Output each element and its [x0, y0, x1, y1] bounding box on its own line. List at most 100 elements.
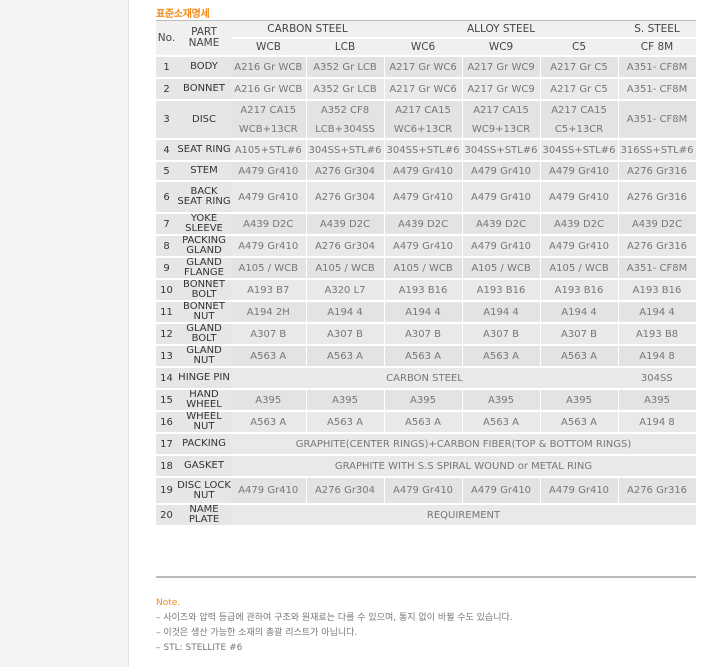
header-s-steel: S. STEEL: [618, 21, 697, 39]
material-cell-line: WCB+13CR: [238, 123, 298, 135]
material-cell-line: LCB+304SS: [315, 123, 375, 135]
material-cell: A395: [384, 389, 463, 412]
material-cell: A479 Gr410: [231, 477, 307, 505]
row-number: 15: [156, 389, 177, 412]
table-row: 9 GLAND FLANGE A105 / WCB A105 / WCB A105 / …: [156, 257, 697, 280]
material-cell: A320 L7: [306, 279, 385, 302]
part-name: DISC: [177, 100, 231, 140]
material-cell: A276 Gr316: [618, 161, 697, 182]
table-row: 6 BACK SEAT RING A479 Gr410 A276 Gr304 A479 …: [156, 181, 697, 214]
header-part-name: PART NAME: [177, 21, 231, 57]
material-cell: A479 Gr410: [540, 161, 619, 182]
row-number: 11: [156, 301, 177, 324]
material-cell: A563 A: [540, 411, 619, 434]
material-cell: A217 Gr WC6: [384, 78, 463, 101]
material-cell: A105 / WCB: [306, 257, 385, 280]
table-row: 12 GLAND BOLT A307 B A307 B A307 B A307 B A307…: [156, 323, 697, 346]
part-name: GLAND FLANGE: [177, 257, 231, 280]
material-cell-line: A217 CA15: [240, 104, 297, 116]
material-cell: A217 CA15 WCB+13CR: [231, 100, 307, 140]
material-cell: A563 A: [462, 411, 541, 434]
part-name: BODY: [177, 56, 231, 79]
material-cell: A479 Gr410: [231, 181, 307, 214]
part-name: BACK SEAT RING: [177, 181, 231, 214]
material-cell: A193 B16: [384, 279, 463, 302]
material-cell: A307 B: [306, 323, 385, 346]
part-name: PACKING: [177, 433, 231, 456]
part-name: YOKE SLEEVE: [177, 213, 231, 236]
row-number: 9: [156, 257, 177, 280]
page-title: 표준소재명세: [156, 9, 210, 20]
material-cell: A217 Gr WC9: [462, 56, 541, 79]
table-row: 20 NAME PLATE REQUIREMENT: [156, 504, 697, 527]
part-name: HINGE PIN: [177, 367, 231, 390]
material-cell: A276 Gr304: [306, 181, 385, 214]
material-cell-span: GRAPHITE(CENTER RINGS)+CARBON FIBER(TOP …: [231, 433, 697, 456]
note-line: – 사이즈와 압력 등급에 관하여 구조와 원재료는 다를 수 있으며, 통지 …: [156, 613, 513, 623]
material-cell: A194 2H: [231, 301, 307, 324]
material-cell-line: A217 CA15: [395, 104, 451, 116]
material-cell: A194 4: [462, 301, 541, 324]
table-row: 7 YOKE SLEEVE A439 D2C A439 D2C A439 D2C A439…: [156, 213, 697, 236]
material-cell: A395: [462, 389, 541, 412]
material-cell: A193 B8: [618, 323, 697, 346]
row-number: 3: [156, 100, 177, 140]
material-cell: A479 Gr410: [231, 161, 307, 182]
material-cell: 304SS+STL#6: [540, 139, 619, 162]
part-name: PACKING GLAND: [177, 235, 231, 258]
material-cell: A193 B16: [618, 279, 697, 302]
material-cell: A479 Gr410: [384, 477, 463, 505]
material-cell: A276 Gr304: [306, 161, 385, 182]
material-cell: A194 4: [618, 301, 697, 324]
table-row: 4 SEAT RING A105+STL#6 304SS+STL#6 304SS+STL…: [156, 139, 697, 162]
material-cell: A479 Gr410: [540, 235, 619, 258]
table-row: 17 PACKING GRAPHITE(CENTER RINGS)+CARBON F…: [156, 433, 697, 456]
note-line: – 이것은 생산 가능한 소재의 총괄 리스트가 아닙니다.: [156, 628, 358, 638]
material-cell: A352 Gr LCB: [306, 78, 385, 101]
material-cell: A563 A: [540, 345, 619, 368]
material-cell: A351- CF8M: [618, 78, 697, 101]
row-number: 17: [156, 433, 177, 456]
left-sidebar: [0, 0, 129, 667]
notes-heading: Note.: [156, 598, 181, 608]
material-cell: A217 CA15 WC6+13CR: [384, 100, 463, 140]
header-carbon-steel: CARBON STEEL: [231, 21, 385, 39]
spec-table-body: 1 BODY A216 Gr WCB A352 Gr LCB A217 Gr WC6 A2…: [156, 56, 697, 527]
material-cell: A563 A: [231, 345, 307, 368]
material-cell: A105+STL#6: [231, 139, 307, 162]
material-cell: A276 Gr304: [306, 477, 385, 505]
material-cell: A479 Gr410: [462, 235, 541, 258]
material-cell: A479 Gr410: [384, 235, 463, 258]
part-name: BONNET: [177, 78, 231, 101]
material-cell: A352 CF8 LCB+304SS: [306, 100, 385, 140]
material-cell: A563 A: [384, 345, 463, 368]
table-row: 15 HAND WHEEL A395 A395 A395 A395 A395 A395: [156, 389, 697, 412]
material-cell: A194 4: [540, 301, 619, 324]
material-cell: A307 B: [384, 323, 463, 346]
part-name: GLAND BOLT: [177, 323, 231, 346]
material-cell: A352 Gr LCB: [306, 56, 385, 79]
row-number: 18: [156, 455, 177, 478]
part-name: BONNET NUT: [177, 301, 231, 324]
notes: Note. – 사이즈와 압력 등급에 관하여 구조와 원재료는 다를 수 있으…: [156, 596, 513, 656]
material-cell-line: WC9+13CR: [471, 123, 531, 135]
table-row: 8 PACKING GLAND A479 Gr410 A276 Gr304 A479 G…: [156, 235, 697, 258]
material-cell: A563 A: [231, 411, 307, 434]
material-cell: A105 / WCB: [231, 257, 307, 280]
row-number: 20: [156, 504, 177, 527]
material-cell: A276 Gr316: [618, 235, 697, 258]
header-wcb: WCB: [231, 38, 306, 57]
material-cell: A479 Gr410: [540, 477, 619, 505]
material-cell: A439 D2C: [618, 213, 697, 236]
material-cell: A217 Gr C5: [540, 56, 619, 79]
material-cell: A217 CA15 WC9+13CR: [462, 100, 541, 140]
material-cell: A307 B: [462, 323, 541, 346]
row-number: 1: [156, 56, 177, 79]
table-row: 11 BONNET NUT A194 2H A194 4 A194 4 A194 4 A19…: [156, 301, 697, 324]
material-cell: A276 Gr304: [306, 235, 385, 258]
material-cell-span: GRAPHITE WITH S.S SPIRAL WOUND or METAL …: [231, 455, 697, 478]
row-number: 4: [156, 139, 177, 162]
material-cell: 304SS: [618, 367, 697, 390]
material-cell: A439 D2C: [540, 213, 619, 236]
row-number: 10: [156, 279, 177, 302]
